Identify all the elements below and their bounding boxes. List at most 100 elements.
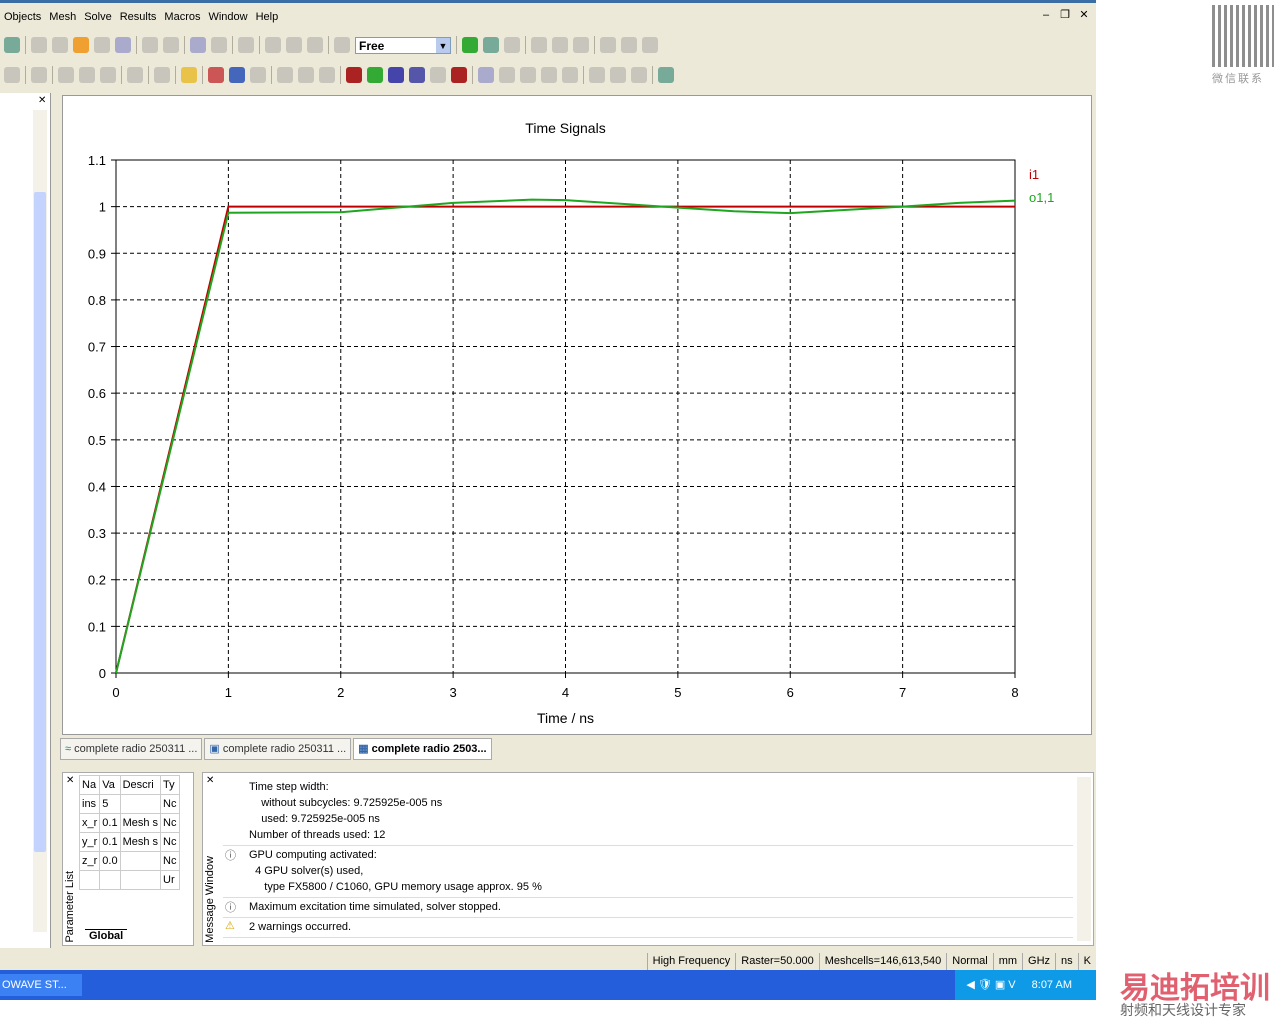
bulb-icon[interactable] <box>286 37 302 53</box>
units-icon[interactable] <box>181 67 197 83</box>
panel-title: Message Window <box>204 856 216 943</box>
column-header[interactable]: Ty <box>160 775 180 795</box>
table-row[interactable]: ins 5 Nc <box>78 794 180 814</box>
tab-label: complete radio 2503... <box>371 743 487 755</box>
port-icon[interactable] <box>277 67 293 83</box>
restore-icon[interactable]: ❐ <box>1057 8 1073 22</box>
plot-icon[interactable] <box>531 37 547 53</box>
loft-icon[interactable] <box>100 67 116 83</box>
result-icon[interactable] <box>478 67 494 83</box>
y-tick-label: 1 <box>99 200 106 215</box>
table-icon[interactable] <box>658 67 674 83</box>
boolean-icon[interactable] <box>127 67 143 83</box>
close-icon[interactable]: ✕ <box>66 775 74 786</box>
polar-icon[interactable] <box>589 67 605 83</box>
tab-global[interactable]: Global <box>85 929 128 942</box>
result-4-icon[interactable] <box>541 67 557 83</box>
y-tick-label: 0 <box>99 666 106 681</box>
frequency-solver-icon[interactable] <box>367 67 383 83</box>
integral-solver-icon[interactable] <box>409 67 425 83</box>
grid-icon[interactable] <box>211 37 227 53</box>
result-5-icon[interactable] <box>562 67 578 83</box>
tab-result-1[interactable]: ≈ complete radio 250311 ... <box>60 738 203 760</box>
menu-help[interactable]: Help <box>252 8 283 26</box>
shape-icon[interactable] <box>4 67 20 83</box>
taskbar-app-button[interactable]: OWAVE ST... <box>0 974 82 996</box>
chart-icon[interactable] <box>631 67 647 83</box>
table-row[interactable]: x_r 0.1 Mesh s Nc <box>78 813 180 833</box>
close-icon[interactable]: ✕ <box>206 775 214 786</box>
result-3-icon[interactable] <box>520 67 536 83</box>
extrude-icon[interactable] <box>79 67 95 83</box>
message-item[interactable]: ⓘ GPU computing activated: 4 GPU solver(s… <box>223 845 1073 898</box>
watermark-tagline: 射频和天线设计专家 <box>1120 1002 1246 1018</box>
eigenmode-solver-icon[interactable] <box>388 67 404 83</box>
close-icon[interactable]: ✕ <box>1076 8 1092 22</box>
align-icon[interactable] <box>58 67 74 83</box>
zoom-window-icon[interactable] <box>115 37 131 53</box>
message-item[interactable]: Time step width: without subcycles: 9.72… <box>223 777 1073 846</box>
probe-icon[interactable] <box>621 37 637 53</box>
export-icon[interactable] <box>552 37 568 53</box>
pan-icon[interactable] <box>73 37 89 53</box>
settings-icon[interactable] <box>163 37 179 53</box>
title-bar-edge <box>0 0 1096 3</box>
view-icon[interactable] <box>334 37 350 53</box>
close-icon[interactable]: ✕ <box>38 95 46 106</box>
table-cell: Mesh s <box>119 813 162 833</box>
transient-solver-icon[interactable] <box>346 67 362 83</box>
y-tick-label: 0.3 <box>88 526 106 541</box>
message-text: Maximum excitation time simulated, solve… <box>249 901 501 913</box>
smith-icon[interactable] <box>610 67 626 83</box>
message-item[interactable]: ⚠ 2 warnings occurred. <box>223 917 1073 938</box>
reset-view-icon[interactable] <box>142 37 158 53</box>
field-monitor-icon[interactable] <box>319 67 335 83</box>
menu-results[interactable]: Results <box>116 8 161 26</box>
menu-objects[interactable]: Objects <box>0 8 45 26</box>
mesh-settings-icon[interactable] <box>483 37 499 53</box>
copy-icon[interactable] <box>573 37 589 53</box>
table-row[interactable]: y_r 0.1 Mesh s Nc <box>78 832 180 852</box>
message-item[interactable]: ⓘ Maximum excitation time simulated, solv… <box>223 897 1073 918</box>
probe-icon[interactable] <box>298 67 314 83</box>
excitation-icon[interactable] <box>229 67 245 83</box>
mesh-icon[interactable] <box>504 37 520 53</box>
history-icon[interactable] <box>31 67 47 83</box>
rotate-icon[interactable] <box>31 37 47 53</box>
table-row[interactable]: Ur <box>78 870 180 890</box>
asymptotic-solver-icon[interactable] <box>430 67 446 83</box>
minimize-icon[interactable]: – <box>1038 8 1054 22</box>
shape-icon[interactable] <box>642 37 658 53</box>
y-tick-label: 0.6 <box>88 386 106 401</box>
box-icon[interactable] <box>238 37 254 53</box>
spin-icon[interactable] <box>52 37 68 53</box>
column-header[interactable]: Na <box>78 775 101 795</box>
column-header[interactable]: Va <box>99 775 121 795</box>
column-header[interactable]: Descri <box>119 775 162 795</box>
scrollbar-thumb[interactable] <box>34 192 46 852</box>
pick-icon[interactable] <box>190 37 206 53</box>
chevron-down-icon[interactable]: ▼ <box>436 37 450 53</box>
cut-icon[interactable] <box>600 37 616 53</box>
table-cell <box>99 870 121 890</box>
menu-window[interactable]: Window <box>204 8 251 26</box>
transform-icon[interactable] <box>265 37 281 53</box>
menu-solve[interactable]: Solve <box>80 8 116 26</box>
table-row[interactable]: z_r 0.0 Nc <box>78 851 180 871</box>
result-2-icon[interactable] <box>499 67 515 83</box>
menu-mesh[interactable]: Mesh <box>45 8 80 26</box>
tlm-solver-icon[interactable] <box>451 67 467 83</box>
zoom-icon[interactable] <box>94 37 110 53</box>
mesh-view-icon[interactable] <box>462 37 478 53</box>
vertical-scrollbar[interactable] <box>1077 777 1091 941</box>
tab-result-3[interactable]: ▦ complete radio 2503... <box>353 738 492 760</box>
add-icon[interactable] <box>154 67 170 83</box>
boundary-icon[interactable] <box>208 67 224 83</box>
menu-macros[interactable]: Macros <box>160 8 204 26</box>
frequency-icon[interactable] <box>250 67 266 83</box>
view-mode-select[interactable]: Free ▼ <box>355 36 451 54</box>
import-icon[interactable] <box>4 37 20 53</box>
message-window-panel: ✕ Message Window Time step width: withou… <box>202 772 1094 946</box>
brush-icon[interactable] <box>307 37 323 53</box>
tab-result-2[interactable]: ▣ complete radio 250311 ... <box>204 738 352 760</box>
